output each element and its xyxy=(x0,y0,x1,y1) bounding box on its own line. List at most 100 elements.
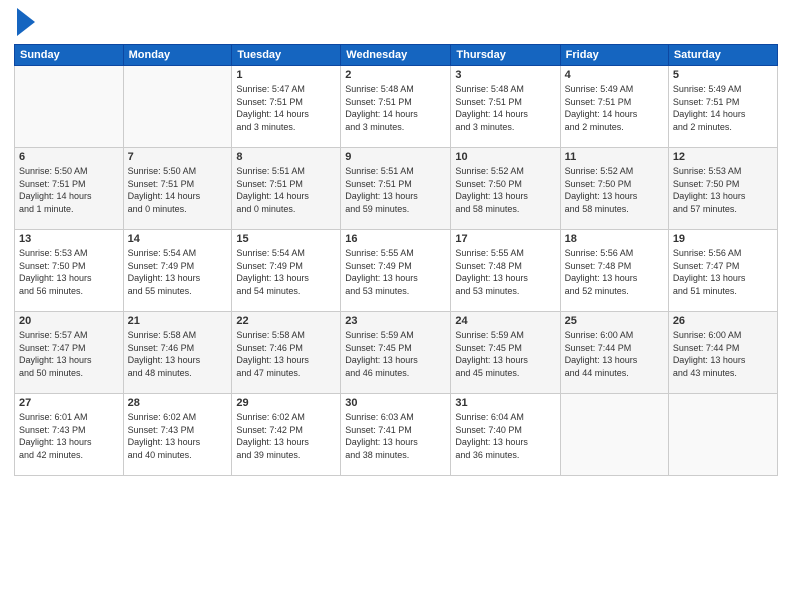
calendar-cell xyxy=(15,66,124,148)
calendar-cell: 24 Sunrise: 5:59 AM Sunset: 7:45 PM Dayli… xyxy=(451,312,560,394)
day-info: Sunrise: 5:53 AM Sunset: 7:50 PM Dayligh… xyxy=(19,247,119,297)
calendar-week-3: 13 Sunrise: 5:53 AM Sunset: 7:50 PM Dayli… xyxy=(15,230,778,312)
day-number: 17 xyxy=(455,233,555,245)
day-number: 24 xyxy=(455,315,555,327)
calendar-cell: 15 Sunrise: 5:54 AM Sunset: 7:49 PM Dayli… xyxy=(232,230,341,312)
day-number: 22 xyxy=(236,315,336,327)
day-number: 3 xyxy=(455,69,555,81)
day-info: Sunrise: 5:48 AM Sunset: 7:51 PM Dayligh… xyxy=(455,83,555,133)
calendar-cell xyxy=(668,394,777,476)
day-number: 25 xyxy=(565,315,664,327)
day-info: Sunrise: 5:55 AM Sunset: 7:48 PM Dayligh… xyxy=(455,247,555,297)
day-info: Sunrise: 5:53 AM Sunset: 7:50 PM Dayligh… xyxy=(673,165,773,215)
calendar-cell: 29 Sunrise: 6:02 AM Sunset: 7:42 PM Dayli… xyxy=(232,394,341,476)
day-number: 1 xyxy=(236,69,336,81)
calendar-cell: 26 Sunrise: 6:00 AM Sunset: 7:44 PM Dayli… xyxy=(668,312,777,394)
day-info: Sunrise: 5:51 AM Sunset: 7:51 PM Dayligh… xyxy=(345,165,446,215)
calendar-cell: 11 Sunrise: 5:52 AM Sunset: 7:50 PM Dayli… xyxy=(560,148,668,230)
calendar-cell: 23 Sunrise: 5:59 AM Sunset: 7:45 PM Dayli… xyxy=(341,312,451,394)
day-info: Sunrise: 5:56 AM Sunset: 7:48 PM Dayligh… xyxy=(565,247,664,297)
day-number: 9 xyxy=(345,151,446,163)
day-info: Sunrise: 6:00 AM Sunset: 7:44 PM Dayligh… xyxy=(565,329,664,379)
calendar-week-2: 6 Sunrise: 5:50 AM Sunset: 7:51 PM Daylig… xyxy=(15,148,778,230)
day-number: 15 xyxy=(236,233,336,245)
day-info: Sunrise: 6:02 AM Sunset: 7:42 PM Dayligh… xyxy=(236,411,336,461)
day-number: 29 xyxy=(236,397,336,409)
calendar-cell: 22 Sunrise: 5:58 AM Sunset: 7:46 PM Dayli… xyxy=(232,312,341,394)
day-info: Sunrise: 5:59 AM Sunset: 7:45 PM Dayligh… xyxy=(455,329,555,379)
day-info: Sunrise: 6:00 AM Sunset: 7:44 PM Dayligh… xyxy=(673,329,773,379)
day-number: 2 xyxy=(345,69,446,81)
calendar-week-5: 27 Sunrise: 6:01 AM Sunset: 7:43 PM Dayli… xyxy=(15,394,778,476)
calendar-cell: 8Sunrise: 5:51 AM Sunset: 7:51 PM Daylig… xyxy=(232,148,341,230)
day-number: 18 xyxy=(565,233,664,245)
day-info: Sunrise: 5:47 AM Sunset: 7:51 PM Dayligh… xyxy=(236,83,336,133)
day-number: 23 xyxy=(345,315,446,327)
day-number: 11 xyxy=(565,151,664,163)
day-info: Sunrise: 5:49 AM Sunset: 7:51 PM Dayligh… xyxy=(565,83,664,133)
calendar-header-friday: Friday xyxy=(560,45,668,66)
day-number: 10 xyxy=(455,151,555,163)
day-number: 21 xyxy=(128,315,228,327)
day-number: 13 xyxy=(19,233,119,245)
calendar-cell: 4 Sunrise: 5:49 AM Sunset: 7:51 PM Daylig… xyxy=(560,66,668,148)
day-number: 20 xyxy=(19,315,119,327)
day-info: Sunrise: 5:48 AM Sunset: 7:51 PM Dayligh… xyxy=(345,83,446,133)
calendar-header-thursday: Thursday xyxy=(451,45,560,66)
calendar-cell: 6 Sunrise: 5:50 AM Sunset: 7:51 PM Daylig… xyxy=(15,148,124,230)
day-number: 27 xyxy=(19,397,119,409)
calendar-cell xyxy=(560,394,668,476)
calendar-cell: 10 Sunrise: 5:52 AM Sunset: 7:50 PM Dayli… xyxy=(451,148,560,230)
day-info: Sunrise: 5:50 AM Sunset: 7:51 PM Dayligh… xyxy=(19,165,119,215)
day-info: Sunrise: 5:54 AM Sunset: 7:49 PM Dayligh… xyxy=(236,247,336,297)
day-number: 7 xyxy=(128,151,228,163)
header xyxy=(14,10,778,36)
day-info: Sunrise: 5:58 AM Sunset: 7:46 PM Dayligh… xyxy=(236,329,336,379)
calendar-week-4: 20Sunrise: 5:57 AM Sunset: 7:47 PM Dayli… xyxy=(15,312,778,394)
day-info: Sunrise: 5:58 AM Sunset: 7:46 PM Dayligh… xyxy=(128,329,228,379)
calendar-cell: 21 Sunrise: 5:58 AM Sunset: 7:46 PM Dayli… xyxy=(123,312,232,394)
day-number: 8 xyxy=(236,151,336,163)
calendar-cell: 3 Sunrise: 5:48 AM Sunset: 7:51 PM Daylig… xyxy=(451,66,560,148)
calendar-cell: 14 Sunrise: 5:54 AM Sunset: 7:49 PM Dayli… xyxy=(123,230,232,312)
day-number: 14 xyxy=(128,233,228,245)
calendar-cell: 18 Sunrise: 5:56 AM Sunset: 7:48 PM Dayli… xyxy=(560,230,668,312)
day-number: 30 xyxy=(345,397,446,409)
day-info: Sunrise: 6:02 AM Sunset: 7:43 PM Dayligh… xyxy=(128,411,228,461)
calendar-header-tuesday: Tuesday xyxy=(232,45,341,66)
calendar-header-wednesday: Wednesday xyxy=(341,45,451,66)
day-number: 4 xyxy=(565,69,664,81)
day-number: 12 xyxy=(673,151,773,163)
day-info: Sunrise: 6:01 AM Sunset: 7:43 PM Dayligh… xyxy=(19,411,119,461)
day-info: Sunrise: 5:54 AM Sunset: 7:49 PM Dayligh… xyxy=(128,247,228,297)
day-number: 31 xyxy=(455,397,555,409)
calendar-cell: 1 Sunrise: 5:47 AM Sunset: 7:51 PM Daylig… xyxy=(232,66,341,148)
calendar-cell: 16Sunrise: 5:55 AM Sunset: 7:49 PM Dayli… xyxy=(341,230,451,312)
calendar-header-sunday: Sunday xyxy=(15,45,124,66)
day-info: Sunrise: 5:59 AM Sunset: 7:45 PM Dayligh… xyxy=(345,329,446,379)
calendar-cell: 5Sunrise: 5:49 AM Sunset: 7:51 PM Daylig… xyxy=(668,66,777,148)
calendar-cell: 19 Sunrise: 5:56 AM Sunset: 7:47 PM Dayli… xyxy=(668,230,777,312)
day-info: Sunrise: 5:52 AM Sunset: 7:50 PM Dayligh… xyxy=(455,165,555,215)
calendar-cell: 2 Sunrise: 5:48 AM Sunset: 7:51 PM Daylig… xyxy=(341,66,451,148)
day-number: 6 xyxy=(19,151,119,163)
calendar-cell: 9 Sunrise: 5:51 AM Sunset: 7:51 PM Daylig… xyxy=(341,148,451,230)
calendar-cell: 7 Sunrise: 5:50 AM Sunset: 7:51 PM Daylig… xyxy=(123,148,232,230)
calendar-cell: 25 Sunrise: 6:00 AM Sunset: 7:44 PM Dayli… xyxy=(560,312,668,394)
day-number: 16 xyxy=(345,233,446,245)
calendar-week-1: 1 Sunrise: 5:47 AM Sunset: 7:51 PM Daylig… xyxy=(15,66,778,148)
calendar-cell: 17 Sunrise: 5:55 AM Sunset: 7:48 PM Dayli… xyxy=(451,230,560,312)
day-number: 28 xyxy=(128,397,228,409)
day-info: Sunrise: 5:50 AM Sunset: 7:51 PM Dayligh… xyxy=(128,165,228,215)
day-info: Sunrise: 5:56 AM Sunset: 7:47 PM Dayligh… xyxy=(673,247,773,297)
day-info: Sunrise: 5:52 AM Sunset: 7:50 PM Dayligh… xyxy=(565,165,664,215)
calendar-header-saturday: Saturday xyxy=(668,45,777,66)
day-info: Sunrise: 6:04 AM Sunset: 7:40 PM Dayligh… xyxy=(455,411,555,461)
day-number: 19 xyxy=(673,233,773,245)
day-info: Sunrise: 6:03 AM Sunset: 7:41 PM Dayligh… xyxy=(345,411,446,461)
calendar-cell: 27 Sunrise: 6:01 AM Sunset: 7:43 PM Dayli… xyxy=(15,394,124,476)
logo-arrow-icon xyxy=(17,8,35,36)
day-info: Sunrise: 5:49 AM Sunset: 7:51 PM Dayligh… xyxy=(673,83,773,133)
day-number: 26 xyxy=(673,315,773,327)
calendar-cell: 20Sunrise: 5:57 AM Sunset: 7:47 PM Dayli… xyxy=(15,312,124,394)
